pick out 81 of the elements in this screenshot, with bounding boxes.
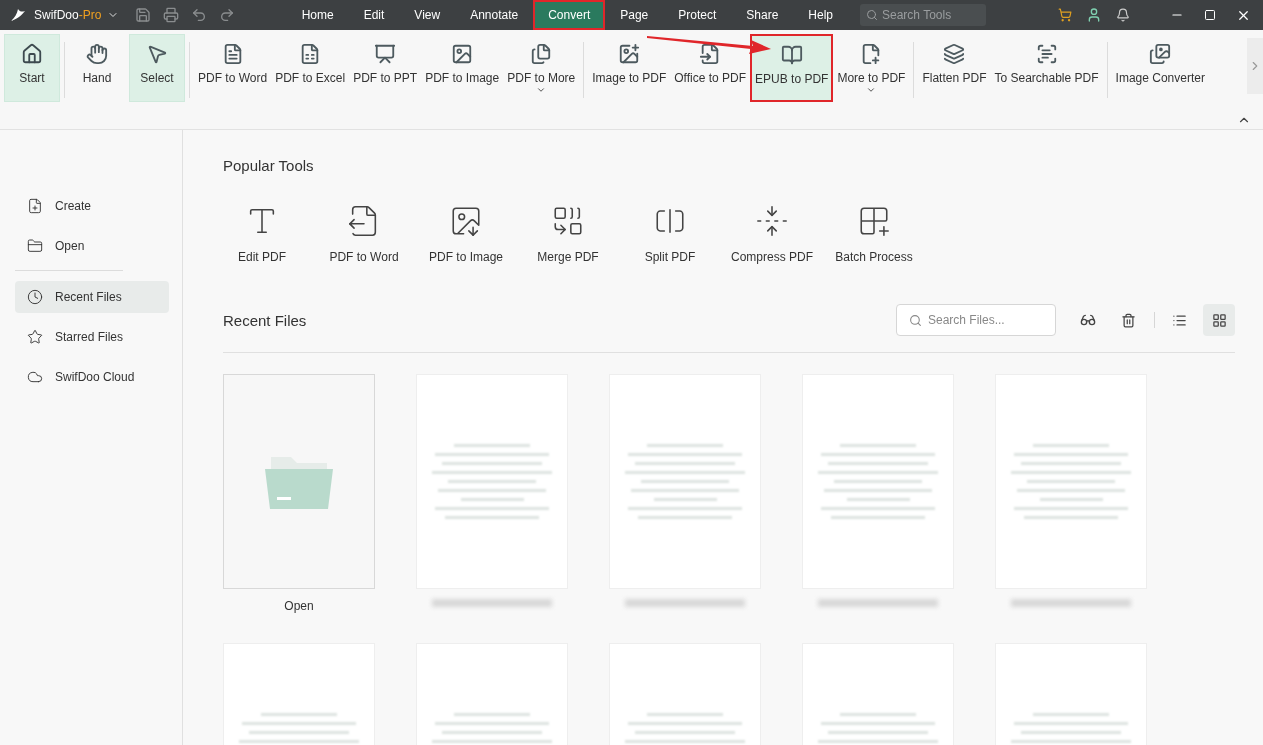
ribbon-tool[interactable]: Select <box>129 34 185 102</box>
tool-icon <box>618 43 641 65</box>
tool-icon <box>857 204 891 238</box>
list-icon <box>1171 312 1187 328</box>
ribbon-tool[interactable]: PDF to PPT <box>349 34 422 102</box>
popular-tool[interactable]: Batch Process <box>823 204 925 264</box>
tool-icon <box>86 43 108 65</box>
cloud-icon <box>27 369 43 385</box>
tool-icon <box>451 43 474 65</box>
tool-icon <box>374 43 397 65</box>
menu-tab[interactable]: Page <box>605 0 664 30</box>
tool-icon <box>551 204 585 238</box>
search-files-field[interactable]: Search Files... <box>896 304 1056 336</box>
ribbon-tool[interactable]: More to PDF <box>833 34 910 102</box>
sidebar-item[interactable]: Create <box>15 190 169 222</box>
ribbon-tool[interactable]: Start <box>4 34 60 102</box>
tool-icon <box>780 44 803 66</box>
sidebar-item[interactable]: SwifDoo Cloud <box>15 361 169 393</box>
sidebar-item[interactable]: Starred Files <box>15 321 169 353</box>
search-icon <box>909 313 922 327</box>
caret-icon <box>536 85 547 95</box>
app-name: SwifDoo-Pro <box>34 8 102 22</box>
tool-icon <box>755 204 789 238</box>
popular-tool[interactable]: Split PDF <box>619 204 721 264</box>
section-title: Recent Files <box>223 311 307 329</box>
ribbon-tool[interactable]: PDF to Excel <box>271 34 350 102</box>
file-name: Open <box>284 599 314 613</box>
tool-icon <box>449 204 483 238</box>
menu-tab[interactable]: Help <box>793 0 848 30</box>
ribbon-tool[interactable]: Image Converter <box>1111 34 1209 102</box>
tool-icon <box>21 43 43 65</box>
menu-tab[interactable]: View <box>399 0 456 30</box>
print-icon[interactable] <box>163 7 180 23</box>
popular-tool[interactable]: PDF to Image <box>415 204 517 264</box>
tool-icon <box>146 43 168 65</box>
ribbon-tool[interactable]: PDF to Word <box>194 34 272 102</box>
star-icon <box>27 329 43 345</box>
menu-tab[interactable]: Protect <box>663 0 732 30</box>
folder-icon <box>27 238 43 254</box>
popular-tool[interactable]: Compress PDF <box>721 204 823 264</box>
undo-icon[interactable] <box>191 7 208 23</box>
ribbon-tool[interactable]: To Searchable PDF <box>990 34 1103 102</box>
bell-icon[interactable] <box>1116 8 1130 22</box>
ribbon-tool[interactable]: EPUB to PDF <box>750 34 834 102</box>
file-plus-icon <box>27 198 43 214</box>
menu-tab[interactable]: Convert <box>533 0 606 30</box>
popular-tool[interactable]: Edit PDF <box>211 204 313 264</box>
caret-icon <box>866 85 877 95</box>
menu-tab[interactable]: Annotate <box>455 0 534 30</box>
ribbon-tool[interactable]: Hand <box>69 34 125 102</box>
ribbon-tool[interactable]: PDF to More <box>503 34 580 102</box>
user-avatar-icon[interactable] <box>1086 7 1102 23</box>
document-thumbnail[interactable] <box>416 374 568 589</box>
document-thumbnail[interactable] <box>995 374 1147 589</box>
popular-tool[interactable]: Merge PDF <box>517 204 619 264</box>
tool-icon <box>943 43 966 65</box>
cart-icon[interactable] <box>1058 8 1072 22</box>
document-thumbnail[interactable] <box>609 374 761 589</box>
sidebar-item[interactable]: Recent Files <box>15 281 169 313</box>
maximize-icon[interactable] <box>1204 9 1216 21</box>
ribbon-tool[interactable]: PDF to Image <box>421 34 504 102</box>
grid-icon <box>1211 312 1227 328</box>
tool-icon <box>1035 43 1058 65</box>
clock-icon <box>27 289 43 305</box>
save-icon[interactable] <box>135 7 152 23</box>
ribbon-tool[interactable]: Office to PDF <box>670 34 751 102</box>
ribbon-tool[interactable]: Image to PDF <box>588 34 671 102</box>
section-title: Popular Tools <box>223 157 315 174</box>
grid-view-button[interactable] <box>1203 304 1235 336</box>
menu-tab[interactable]: Share <box>731 0 794 30</box>
ribbon-tool[interactable]: Flatten PDF <box>918 34 991 102</box>
sidebar-item[interactable]: Open <box>15 230 169 262</box>
redo-icon[interactable] <box>219 7 236 23</box>
tool-icon <box>530 43 553 65</box>
tool-icon <box>1149 43 1172 65</box>
popular-tool[interactable]: PDF to Word <box>313 204 415 264</box>
menu-tab[interactable]: Home <box>286 0 349 30</box>
search-icon <box>866 9 878 21</box>
menu-tab[interactable]: Edit <box>348 0 400 30</box>
bird-logo-icon <box>10 8 26 22</box>
document-thumbnail[interactable] <box>802 374 954 589</box>
